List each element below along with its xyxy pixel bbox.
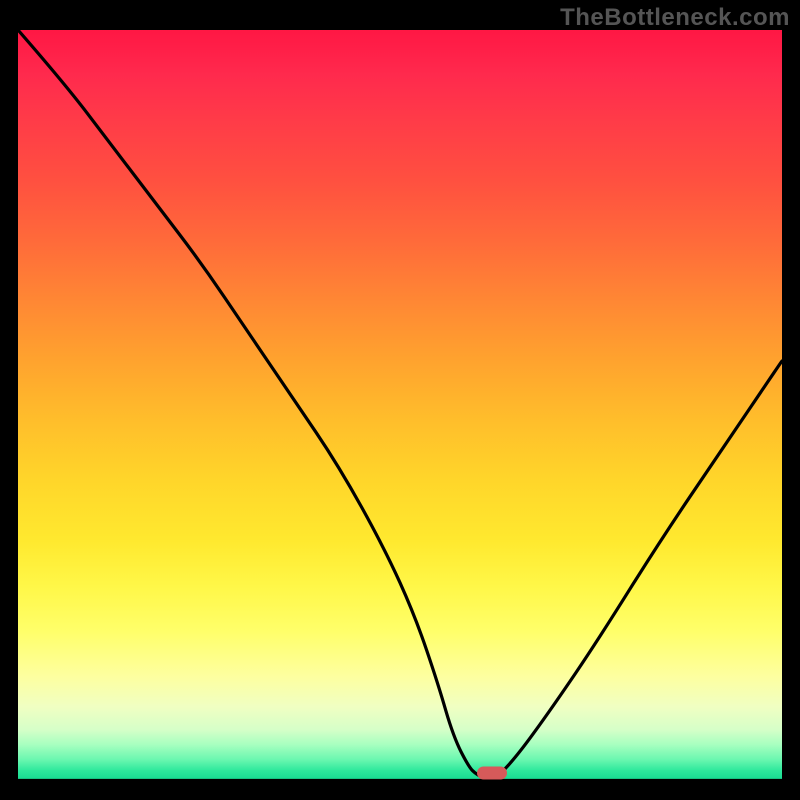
optimal-point-marker (477, 767, 507, 780)
chart-frame: TheBottleneck.com (0, 0, 800, 800)
watermark-text: TheBottleneck.com (560, 4, 790, 32)
plot-area (18, 30, 782, 782)
bottleneck-curve (18, 30, 782, 782)
